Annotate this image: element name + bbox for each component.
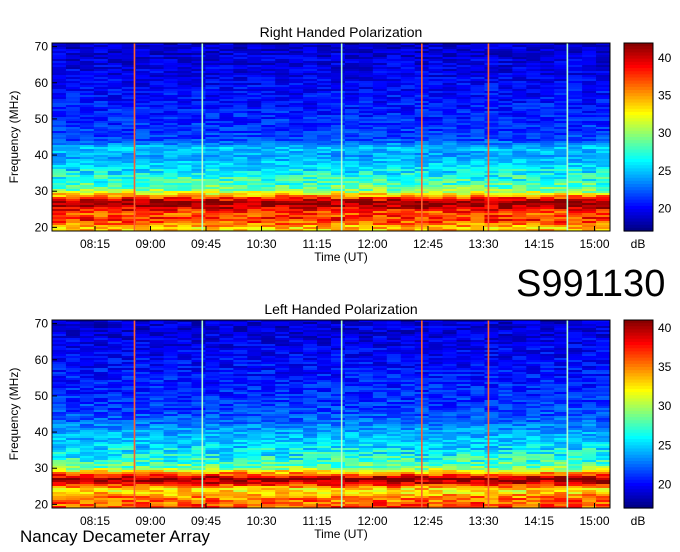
colorbar-tick-label: 20 <box>658 201 672 215</box>
colorbar-label: dB <box>631 237 646 251</box>
y-tick-label: 70 <box>35 40 49 54</box>
y-tick-label: 50 <box>35 112 49 126</box>
x-tick-label: 09:45 <box>191 237 221 251</box>
colorbar-tick-label: 40 <box>658 51 672 65</box>
colorbar-tick-label: 30 <box>658 126 672 140</box>
heatmap-area <box>52 43 610 231</box>
y-tick-label: 30 <box>35 184 49 198</box>
x-tick-label: 12:00 <box>357 237 387 251</box>
x-tick-label: 10:30 <box>246 237 276 251</box>
panel-left-handed: Left Handed Polarization203040506070Freq… <box>7 301 672 541</box>
y-tick-label: 40 <box>35 148 49 162</box>
colorbar: 20 25 30 35 40 dB <box>623 42 672 251</box>
y-tick-label: 20 <box>35 220 49 234</box>
y-axis-label: Frequency (MHz) <box>7 91 21 184</box>
panel-right-handed: Right Handed Polarization 20 30 40 50 60 70 Fre… <box>7 24 672 264</box>
x-tick-label: 12:45 <box>413 237 443 251</box>
x-tick-label: 08:15 <box>80 237 110 251</box>
y-tick-label: 60 <box>35 76 49 90</box>
chart-title: Right Handed Polarization <box>260 24 423 40</box>
heatmap-area <box>52 320 610 508</box>
x-tick-label: 09:00 <box>135 237 165 251</box>
colorbar-tick-label: 25 <box>658 164 672 178</box>
colorbar-tick-label: 35 <box>658 89 672 103</box>
x-tick-label: 11:15 <box>302 237 331 251</box>
x-tick-label: 13:30 <box>468 237 498 251</box>
x-tick-label: 14:15 <box>524 237 554 251</box>
x-tick-label: 15:00 <box>579 237 609 251</box>
x-axis-label: Time (UT) <box>314 250 368 264</box>
